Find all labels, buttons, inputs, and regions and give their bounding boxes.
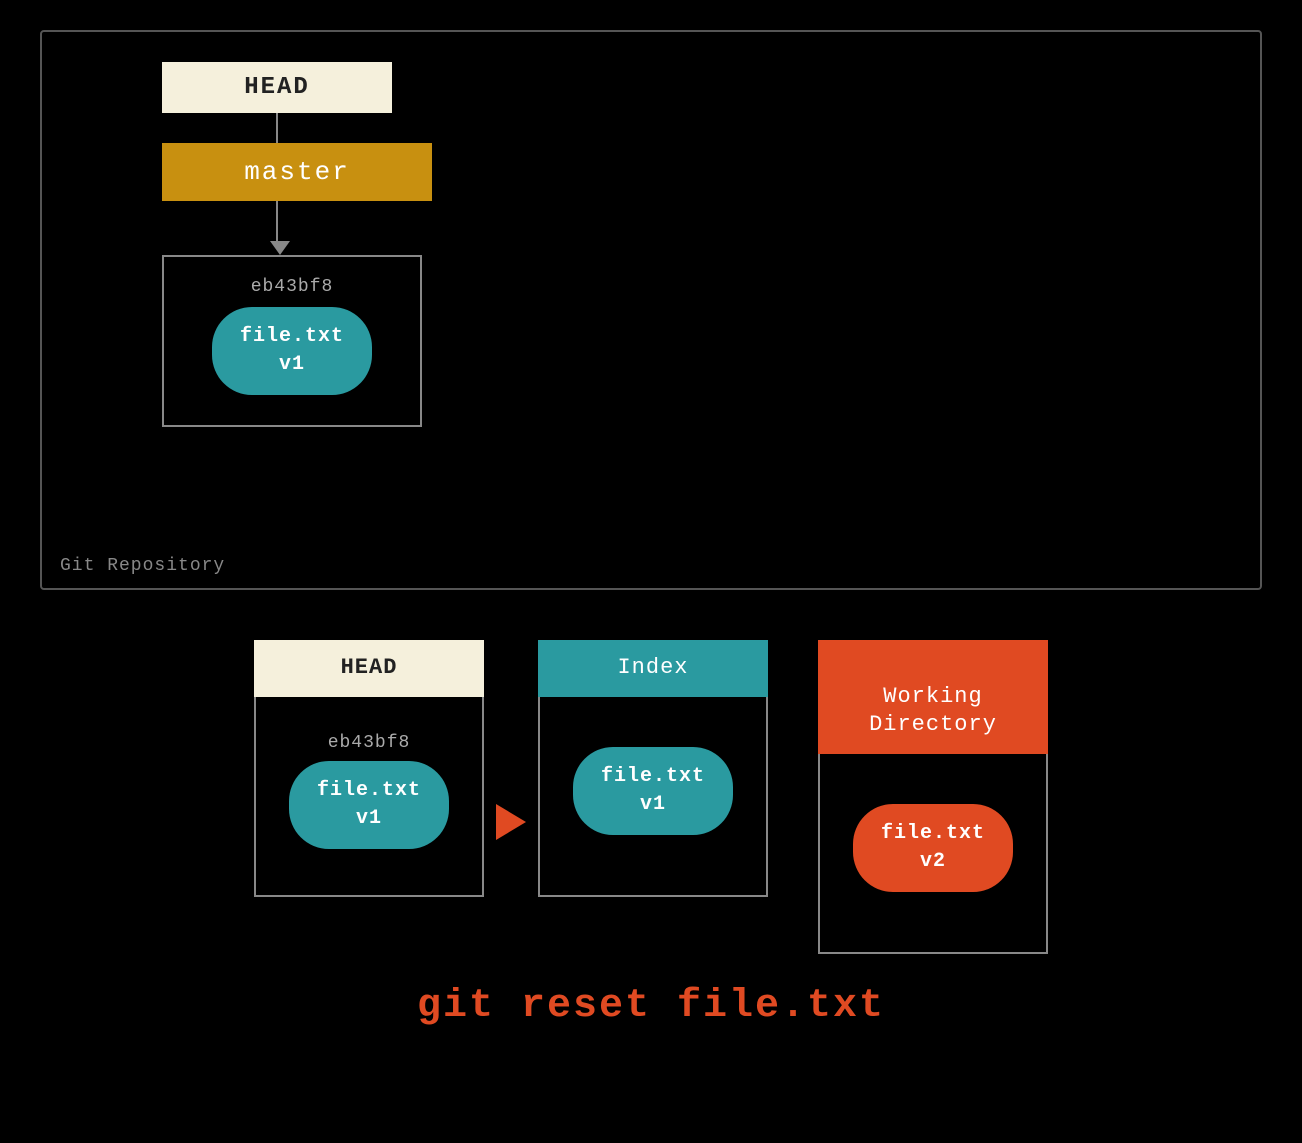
bottom-diagram: HEAD eb43bf8 file.txt v1 Index [40,640,1262,954]
arrow-down-top [270,241,290,255]
commit-box-top: eb43bf8 file.txt v1 [162,255,422,427]
file-pill-top: file.txt v1 [212,307,372,395]
col-head-label: HEAD [341,655,398,680]
col-working-dir-pill-line2: v2 [920,850,946,873]
col-working-dir-label: Working Directory [869,684,997,738]
commit-hash-top: eb43bf8 [251,277,334,297]
arrow-col1-col2 [484,640,538,954]
master-to-commit-line [276,201,278,241]
col-head-header: HEAD [254,640,484,697]
col-index-header: Index [538,640,768,697]
col-working-dir-body: file.txt v2 [818,754,1048,954]
col-index-pill-line2: v1 [640,793,666,816]
col-index-body: file.txt v1 [538,697,768,897]
git-repository-section: HEAD master eb43bf8 file.txt v1 Git Repo… [40,30,1262,590]
col-head: HEAD eb43bf8 file.txt v1 [254,640,484,954]
file-pill-top-line2: v1 [279,353,305,376]
col-working-dir-pill: file.txt v2 [853,804,1013,892]
col-index: Index file.txt v1 [538,640,768,954]
col-head-pill-line2: v1 [356,807,382,830]
git-command: git reset file.txt [417,984,885,1029]
master-box: master [162,143,432,201]
head-box-top: HEAD [162,62,392,113]
col-head-hash: eb43bf8 [328,733,411,753]
main-container: HEAD master eb43bf8 file.txt v1 Git Repo… [0,0,1302,1143]
master-label: master [244,157,350,187]
head-to-master-line [276,113,278,143]
repo-label: Git Repository [60,556,225,576]
head-label-top: HEAD [244,74,310,101]
top-diagram: HEAD master eb43bf8 file.txt v1 [82,62,1220,427]
col-index-pill-line1: file.txt [601,765,705,788]
col-index-label: Index [617,655,688,680]
col-working-dir-header: Working Directory [818,640,1048,754]
col-head-body: eb43bf8 file.txt v1 [254,697,484,897]
file-pill-top-line1: file.txt [240,325,344,348]
col-working-dir: Working Directory file.txt v2 [818,640,1048,954]
col-working-dir-pill-line1: file.txt [881,822,985,845]
col-head-pill-line1: file.txt [317,779,421,802]
spacer-col2-col3 [768,640,818,954]
col-head-pill: file.txt v1 [289,761,449,849]
bottom-section: HEAD eb43bf8 file.txt v1 Index [40,640,1262,1029]
right-arrow-icon [496,804,526,840]
col-index-pill: file.txt v1 [573,747,733,835]
